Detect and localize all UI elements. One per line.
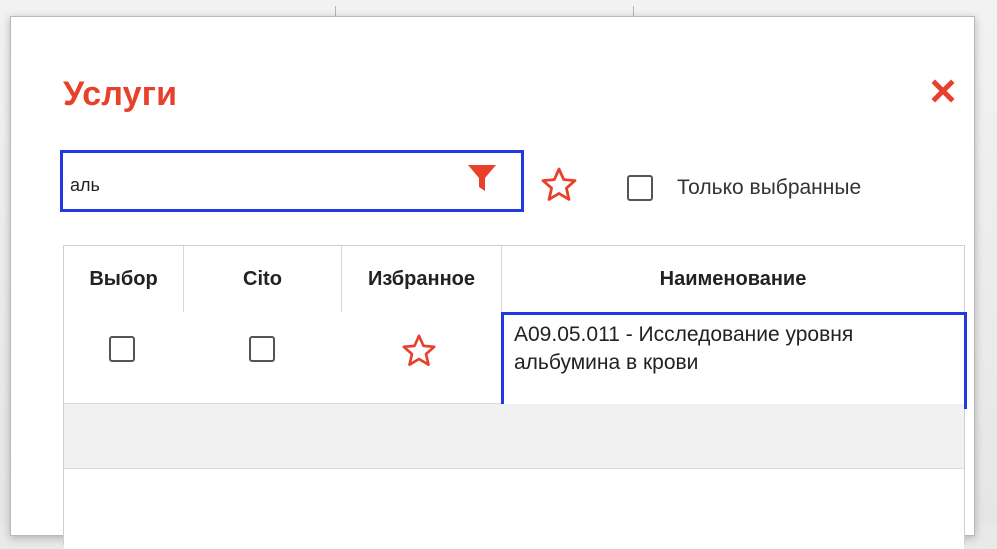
row-select-checkbox[interactable] [109,336,135,362]
close-icon [931,79,955,103]
only-selected-label: Только выбранные [677,176,862,199]
only-selected-checkbox[interactable] [627,175,653,201]
table-row-empty [64,469,964,549]
star-outline-icon [541,167,577,201]
services-table: Выбор Cito Избранное Наименование A09.05… [63,245,967,549]
only-selected-toggle[interactable]: Только выбранные [627,173,861,203]
backdrop-divider [633,6,634,16]
table-row-empty [64,404,964,469]
star-outline-icon [402,334,436,367]
column-header-favorite[interactable]: Избранное [342,246,502,312]
table-row[interactable]: A09.05.011 - Исследование уровня альбуми… [64,312,967,409]
search-field [60,150,524,212]
dialog-title: Услуги [63,75,178,113]
services-dialog: Услуги Только выбранные Выбор Cito Избра… [10,16,975,549]
filter-button[interactable] [465,163,499,193]
row-cito-checkbox[interactable] [249,336,275,362]
backdrop-divider [335,6,336,16]
column-header-select[interactable]: Выбор [64,246,184,312]
column-header-cito[interactable]: Cito [184,246,342,312]
search-input[interactable] [68,161,458,201]
row-favorite-button[interactable] [400,332,438,370]
filter-icon [468,165,496,191]
column-header-name[interactable]: Наименование [502,246,964,312]
favorites-filter-button[interactable] [539,165,579,205]
close-button[interactable] [929,77,957,105]
table-header: Выбор Cito Избранное Наименование [64,246,964,312]
row-service-name[interactable]: A09.05.011 - Исследование уровня альбуми… [501,312,967,409]
